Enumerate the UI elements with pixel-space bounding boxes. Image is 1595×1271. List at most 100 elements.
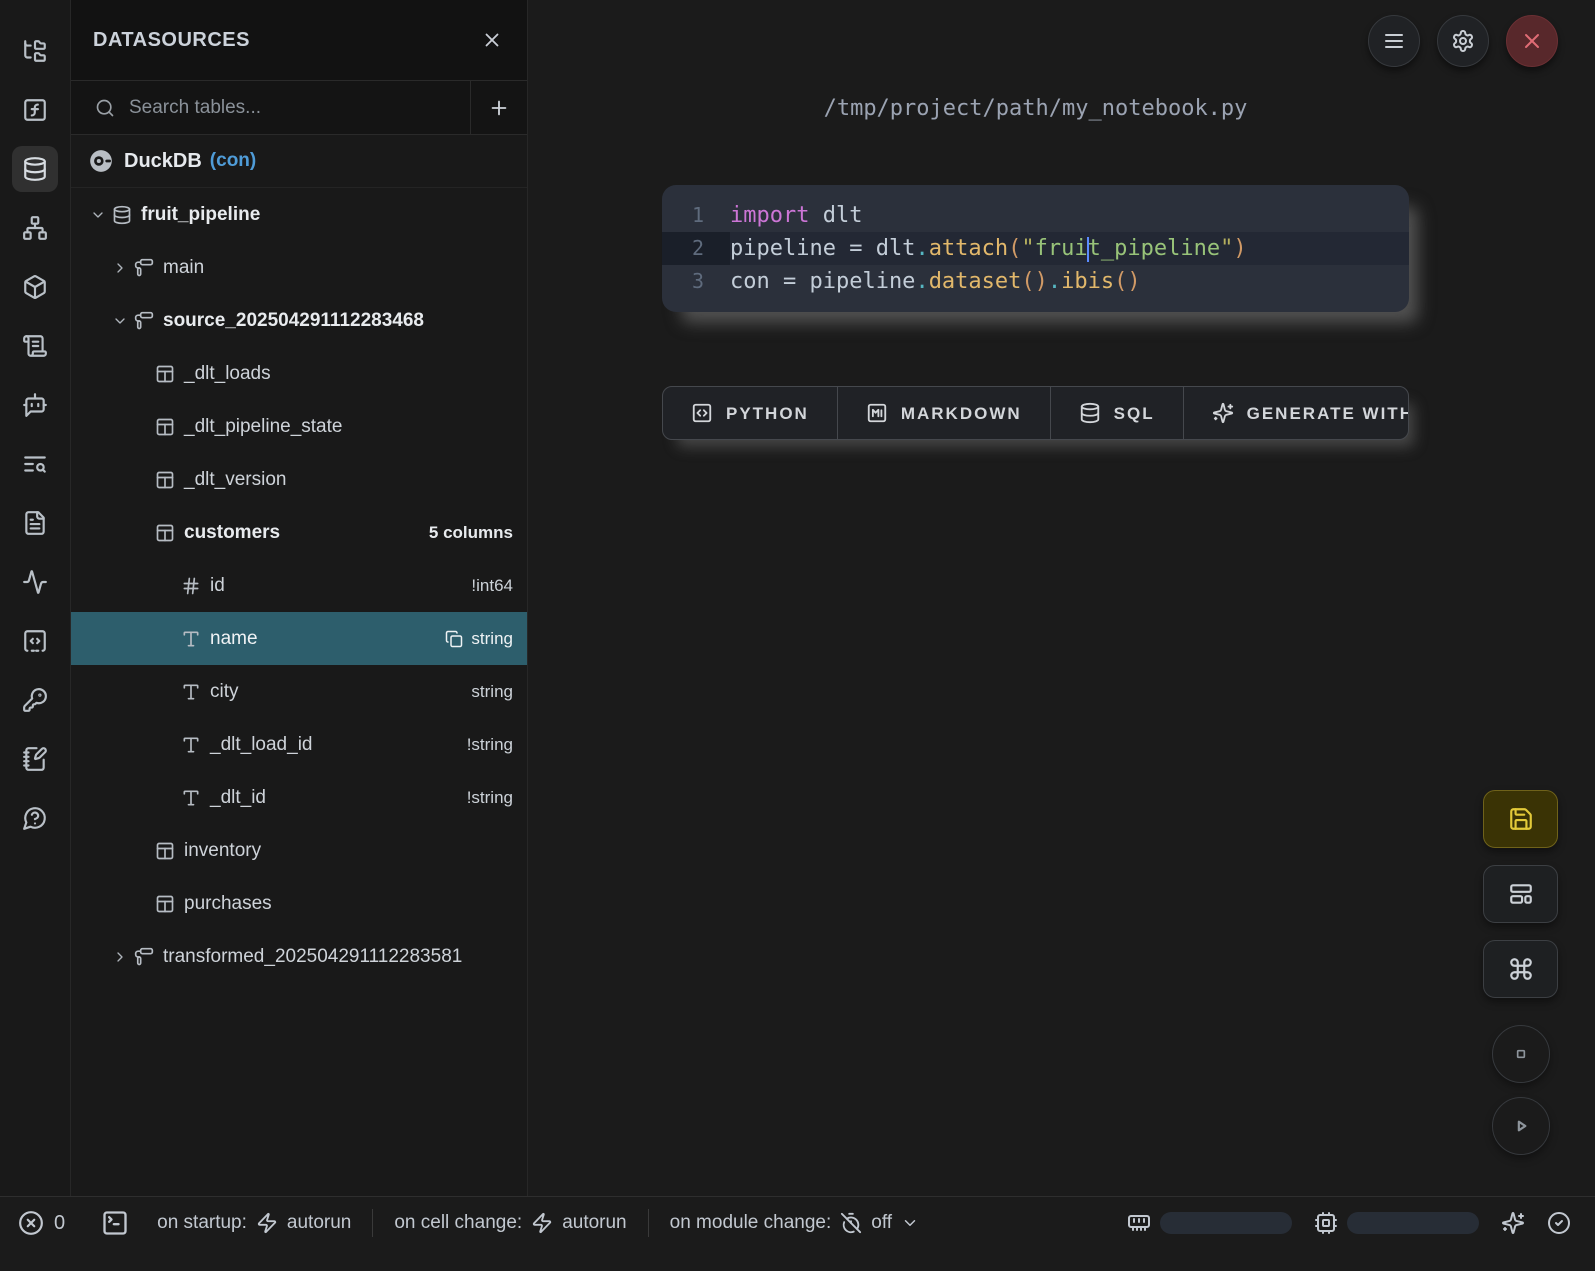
search-input[interactable] [115,97,470,119]
rail-item-notebook[interactable] [12,736,58,782]
settings-icon [1451,29,1475,53]
zap-icon [256,1212,278,1234]
generate-ai-button[interactable]: GENERATE WITH AI [1184,387,1409,439]
sparkles-icon [1212,402,1234,424]
rail-item-tracing[interactable] [12,559,58,605]
shutdown-button[interactable] [1506,15,1558,67]
status-bar-row: 0 on startup: autorun on cell change: au… [0,1197,1595,1249]
rail-item-snippets[interactable] [12,618,58,664]
terminal-button[interactable] [101,1209,129,1237]
hash-icon [181,576,201,596]
tree-item-_dlt_version[interactable]: _dlt_version [71,453,527,506]
table-icon [155,523,175,543]
engine-row-duckdb[interactable]: DuckDB (con) [71,135,527,188]
tree-item-source_202504291112283468[interactable]: source_202504291112283468 [71,294,527,347]
add-sql-button[interactable]: SQL [1051,387,1184,439]
paint-roller-icon [134,258,154,278]
tree-item-_dlt_load_id[interactable]: _dlt_load_id!string [71,718,527,771]
file-text-icon [22,510,48,536]
tree-item-_dlt_pipeline_state[interactable]: _dlt_pipeline_state [71,400,527,453]
connected-button[interactable] [1547,1211,1571,1235]
tree-item-label: _dlt_id [210,787,266,809]
tree-item-label: purchases [184,893,272,915]
tree-item-customers[interactable]: customers 5 columns [71,506,527,559]
rail-item-chat[interactable] [12,382,58,428]
setting-value: off [871,1212,892,1234]
rail-item-logs[interactable] [12,323,58,369]
run-button[interactable] [1492,1097,1550,1155]
button-label: GENERATE WITH AI [1247,404,1409,424]
scroll-text-icon [22,333,48,359]
line-number: 1 [662,199,730,232]
settings-button[interactable] [1437,15,1489,67]
table-meta: 5 columns [429,523,513,543]
database-icon [112,205,132,225]
rail-item-documentation[interactable] [12,500,58,546]
tree-item-purchases[interactable]: purchases [71,877,527,930]
datasources-panel: DATASOURCES DuckDB (con) fruit_pipeline … [71,0,528,1196]
tree-item-main[interactable]: main [71,241,527,294]
x-icon [1520,29,1544,53]
square-m-icon [866,402,888,424]
table-icon [155,470,175,490]
circle-x-icon [18,1210,44,1236]
cpu-usage [1314,1211,1479,1235]
table-icon [155,364,175,384]
search-row [71,81,527,135]
layout-button[interactable] [1483,865,1558,923]
code-line-2: 2pipeline = dlt.attach("fruit_pipeline") [662,232,1409,265]
tree-item-label: customers [184,522,280,544]
ai-assist-button[interactable] [1501,1211,1525,1235]
tree-item-id[interactable]: id!int64 [71,559,527,612]
save-button[interactable] [1483,790,1558,848]
tree-item-label: inventory [184,840,261,862]
chevron-down-icon [901,1214,919,1232]
rail-item-datasources[interactable] [12,146,58,192]
tree-item-label: _dlt_loads [184,363,271,385]
on-module-change-setting[interactable]: on module change: off [670,1212,919,1234]
circle-check-icon [1547,1211,1571,1235]
paint-roller-icon [134,311,154,331]
square-code-dashed-icon [22,628,48,654]
column-meta: !string [467,788,513,808]
command-icon [1508,956,1534,982]
stop-button[interactable] [1492,1025,1550,1083]
setting-value: autorun [562,1212,626,1234]
save-icon [1508,806,1534,832]
tree-item-fruit_pipeline[interactable]: fruit_pipeline [71,188,527,241]
error-indicator[interactable]: 0 [18,1210,65,1236]
status-bar-right [1127,1211,1571,1235]
code-cell[interactable]: 1import dlt 2pipeline = dlt.attach("frui… [662,185,1409,312]
tree-item-_dlt_loads[interactable]: _dlt_loads [71,347,527,400]
command-palette-button[interactable] [1483,940,1558,998]
tree-item-name[interactable]: namestring [71,612,527,665]
on-cell-change-setting[interactable]: on cell change: autorun [394,1212,626,1234]
rail-item-secrets[interactable] [12,677,58,723]
add-markdown-button[interactable]: MARKDOWN [838,387,1051,439]
add-python-button[interactable]: PYTHON [663,387,838,439]
tree-item-_dlt_id[interactable]: _dlt_id !string [71,771,527,824]
tree-item-inventory[interactable]: inventory [71,824,527,877]
column-meta: !string [467,735,513,755]
code-line-1: 1import dlt [662,199,1409,232]
rail-item-functions[interactable] [12,87,58,133]
on-startup-setting[interactable]: on startup: autorun [157,1212,351,1234]
tree-item-transformed_202504291112283581[interactable]: transformed_202504291112283581 [71,930,527,983]
square-code-icon [691,402,713,424]
tree-item-city[interactable]: citystring [71,665,527,718]
menu-button[interactable] [1368,15,1420,67]
rail-item-file-explorer[interactable] [12,28,58,74]
copy-icon [445,630,463,648]
add-datasource-button[interactable] [470,81,527,134]
panel-close-button[interactable] [481,29,503,51]
button-label: SQL [1114,404,1155,424]
rail-item-scratchpad[interactable] [12,441,58,487]
tree-item-label: name [210,628,258,650]
rail-item-dependencies[interactable] [12,205,58,251]
setting-label: on startup: [157,1212,247,1234]
rail-item-packages[interactable] [12,264,58,310]
rail-item-help[interactable] [12,795,58,841]
cell-side-actions [1483,790,1558,1169]
notebook-pen-icon [22,746,48,772]
chevron-down-icon [90,207,106,223]
